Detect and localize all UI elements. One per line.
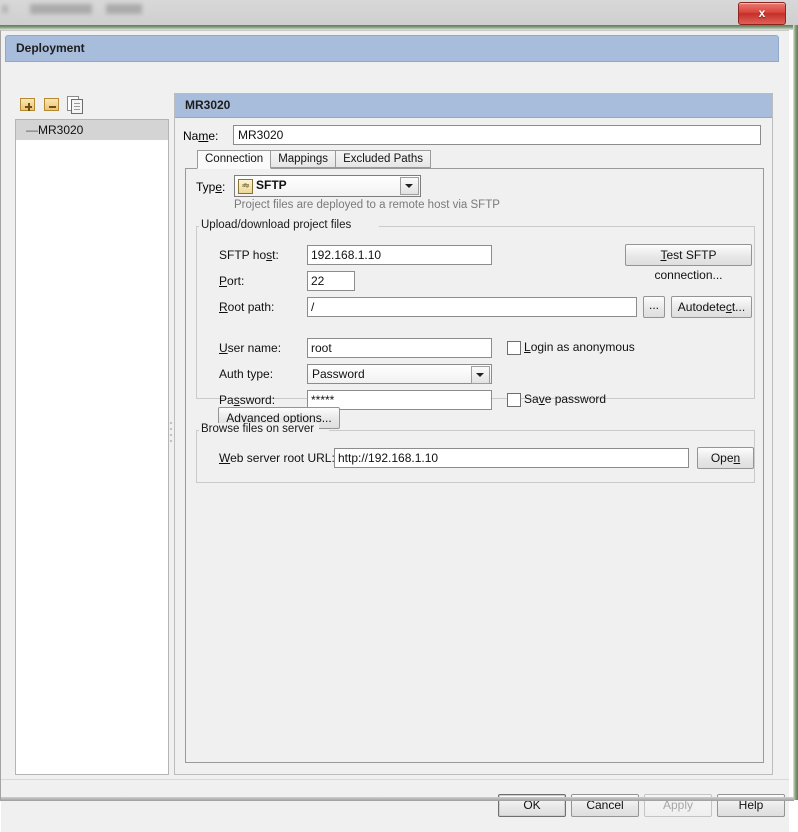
dialog-title-bar: Deployment (5, 35, 779, 62)
list-item[interactable]: —MR3020 (16, 120, 168, 140)
window-border-right (793, 25, 798, 800)
root-path-input[interactable] (307, 297, 637, 317)
web-root-url-label: Web server root URL: (219, 451, 335, 465)
copy-server-button[interactable] (67, 95, 83, 114)
blurred-titlebar-text-2 (30, 4, 92, 14)
dialog-button-bar: OK Cancel Apply Help (1, 779, 789, 832)
chevron-down-icon[interactable] (471, 366, 490, 384)
page-title: MR3020 (185, 98, 231, 112)
checkbox-square-icon (507, 393, 521, 407)
upload-group-title: Upload/download project files (201, 219, 357, 231)
tree-dash-icon: — (26, 123, 38, 137)
login-as-anonymous-label: Login as anonymous (524, 340, 635, 354)
blurred-titlebar-text-3 (106, 4, 142, 14)
tree-item-label: MR3020 (38, 123, 84, 137)
remove-server-button[interactable] (43, 95, 59, 111)
tree-toolbar (15, 93, 155, 117)
close-icon[interactable]: x (738, 2, 786, 25)
web-root-url-input[interactable] (334, 448, 689, 468)
type-selected-value: SFTP (256, 178, 287, 192)
settings-tabs: Connection Mappings Excluded Paths (197, 150, 757, 169)
port-input[interactable] (307, 271, 355, 291)
type-select[interactable]: sftp SFTP (234, 175, 421, 197)
open-button[interactable]: Open (697, 447, 754, 469)
minus-square-icon (44, 98, 59, 111)
auth-type-label: Auth type: (219, 367, 274, 381)
window-border-bottom (1, 797, 794, 801)
dialog-title: Deployment (16, 41, 85, 55)
name-input[interactable] (233, 125, 761, 145)
server-list-panel[interactable]: —MR3020 (15, 119, 169, 775)
auth-type-select[interactable]: Password (307, 364, 492, 384)
upload-download-group: Upload/download project files SFTP host:… (196, 219, 755, 410)
blurred-titlebar-text-1 (2, 5, 8, 13)
user-name-label: User name: (219, 341, 282, 355)
autodetect-button[interactable]: Autodetect... (671, 296, 752, 318)
type-label: Type: (196, 180, 226, 194)
password-label: Password: (219, 393, 276, 407)
connection-tab-panel: Type: sftp SFTP Project files are deploy… (185, 168, 764, 763)
tab-mappings[interactable]: Mappings (270, 150, 337, 168)
test-sftp-connection-button[interactable]: Test SFTP connection... (625, 244, 752, 282)
name-row: Name: (183, 125, 763, 147)
name-label: Name: (183, 129, 219, 143)
type-hint-text: Project files are deployed to a remote h… (234, 199, 500, 211)
save-password-label: Save password (524, 392, 607, 406)
tab-connection[interactable]: Connection (197, 150, 272, 169)
application-window: x Deployment —MR3020 MR3020 Name: MR3020… (0, 0, 798, 832)
sftp-host-input[interactable] (307, 245, 492, 265)
server-settings-panel: MR3020 Name: Connection Mappings Exclude… (174, 93, 773, 775)
browse-files-group: Browse files on server Web server root U… (196, 423, 755, 483)
add-server-button[interactable] (19, 95, 35, 111)
settings-header: MR3020 (175, 94, 772, 118)
auth-type-selected-value: Password (312, 367, 365, 381)
chevron-down-icon[interactable] (400, 177, 419, 195)
browse-group-title: Browse files on server (201, 423, 320, 435)
root-path-label: Root path: (219, 300, 275, 314)
deployment-dialog: Deployment —MR3020 MR3020 Name: MR3020 C… (0, 30, 794, 832)
browse-root-path-button[interactable]: ... (643, 296, 665, 318)
os-title-bar: x (0, 0, 798, 26)
sftp-host-label: SFTP host: (219, 248, 279, 262)
checkbox-square-icon (507, 341, 521, 355)
sftp-icon: sftp (238, 179, 253, 194)
port-label: Port: (219, 274, 245, 288)
tab-excluded-paths[interactable]: Excluded Paths (335, 150, 431, 168)
user-name-input[interactable] (307, 338, 492, 358)
plus-square-icon (20, 98, 35, 111)
